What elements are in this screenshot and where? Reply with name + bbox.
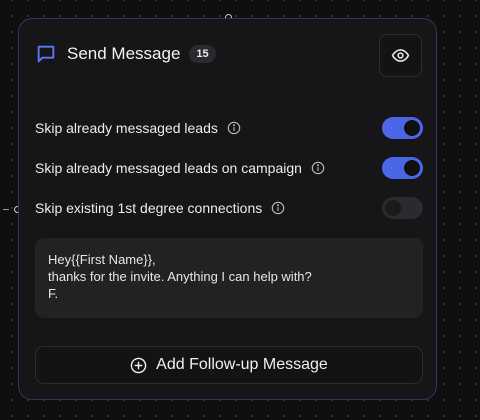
node-header: Send Message 15 <box>35 43 216 65</box>
eye-icon <box>391 49 410 62</box>
preview-button[interactable] <box>379 34 422 77</box>
node-title: Send Message <box>67 44 181 63</box>
add-followup-button[interactable]: Add Follow-up Message <box>35 346 423 384</box>
message-square-icon <box>37 45 55 63</box>
message-line: thanks for the invite. Anything I can he… <box>48 269 312 284</box>
info-icon[interactable] <box>227 121 241 135</box>
skip-messaged-campaign-toggle[interactable] <box>382 157 423 179</box>
incoming-edge <box>3 209 9 210</box>
info-icon[interactable] <box>271 201 285 215</box>
add-followup-label: Add Follow-up Message <box>156 356 328 373</box>
skip-1st-degree-toggle[interactable] <box>382 197 423 219</box>
skip-messaged-toggle[interactable] <box>382 117 423 139</box>
setting-label: Skip already messaged leads <box>35 120 218 136</box>
count-badge: 15 <box>189 45 216 63</box>
setting-row-skip-1st-degree: Skip existing 1st degree connections <box>35 197 423 219</box>
setting-row-skip-messaged: Skip already messaged leads <box>35 117 423 139</box>
message-textarea[interactable]: Hey{{First Name}}, thanks for the invite… <box>35 238 423 318</box>
setting-row-skip-messaged-campaign: Skip already messaged leads on campaign <box>35 157 423 179</box>
plus-circle-icon <box>130 357 147 373</box>
info-icon[interactable] <box>311 161 325 175</box>
message-line: F. <box>48 286 59 301</box>
message-line: Hey{{First Name}}, <box>48 252 156 267</box>
setting-label: Skip already messaged leads on campaign <box>35 160 302 176</box>
send-message-node[interactable]: Send Message 15 Skip already messaged le… <box>18 18 437 400</box>
setting-label: Skip existing 1st degree connections <box>35 200 263 216</box>
